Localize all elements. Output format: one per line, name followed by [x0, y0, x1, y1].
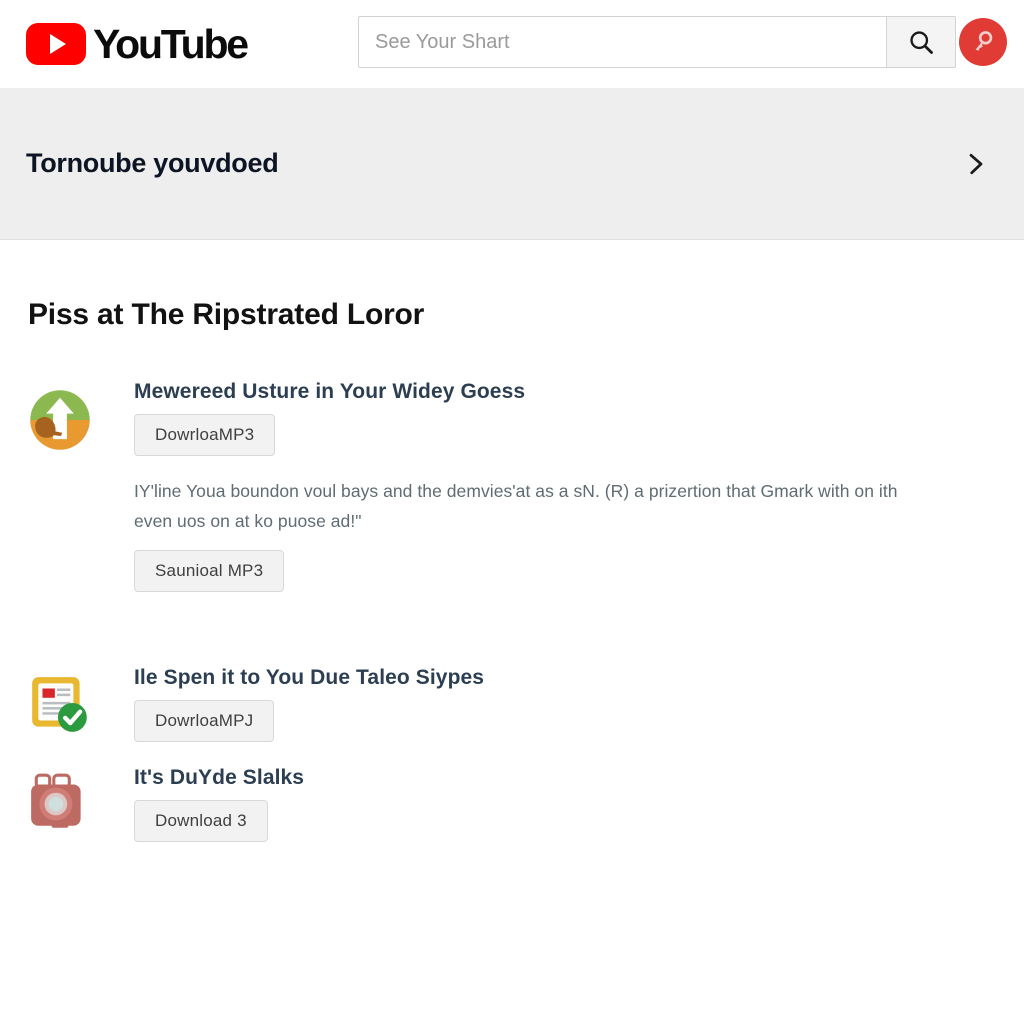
- item-icon-wrap: [22, 764, 98, 834]
- download-button[interactable]: DowrloaMPJ: [134, 700, 275, 743]
- document-check-icon: [32, 677, 87, 732]
- item-title: It's DuYde Slalks: [134, 766, 305, 790]
- search-button[interactable]: [886, 16, 956, 68]
- camera-icon: [31, 773, 81, 828]
- item-description: IY'line Youa boundon voul bays and the d…: [134, 481, 898, 532]
- item-body: Mewereed Usture in Your Widey Goess Dowr…: [98, 378, 1024, 593]
- search-bar: [358, 16, 956, 68]
- youtube-logo-text: YouTube: [93, 20, 249, 67]
- chevron-right-icon: [969, 153, 983, 174]
- app-header: YouTube: [0, 0, 1024, 88]
- search-icon: [910, 31, 933, 54]
- page-title: Piss at The Ripstrated Loror: [28, 298, 425, 331]
- item-icon-wrap: [22, 664, 98, 738]
- item-title: Ile Spen it to You Due Taleo Siypes: [134, 666, 485, 690]
- list-item: Mewereed Usture in Your Widey Goess Dowr…: [0, 378, 1024, 593]
- download-button[interactable]: DowrloaMP3: [134, 414, 276, 456]
- main-content: Piss at The Ripstrated Loror Mewereed Us…: [0, 241, 1024, 1024]
- account-avatar-icon: [975, 31, 993, 51]
- item-body: It's DuYde Slalks Download 3: [98, 764, 1024, 843]
- download-list: Mewereed Usture in Your Widey Goess Dowr…: [0, 378, 1024, 843]
- download-button[interactable]: Download 3: [134, 800, 268, 843]
- youtube-play-icon: [26, 23, 86, 65]
- list-item: Ile Spen it to You Due Taleo Siypes Dowr…: [0, 664, 1024, 743]
- banner-title: Tornoube youvdoed: [26, 148, 279, 178]
- notice-banner: Tornoube youvdoed: [0, 88, 1024, 240]
- youtube-logo[interactable]: YouTube: [26, 20, 249, 68]
- secondary-download-button[interactable]: Saunioal MP3: [134, 550, 285, 593]
- upload-arrow-icon: [30, 390, 90, 450]
- search-input[interactable]: [358, 16, 886, 68]
- avatar[interactable]: [959, 18, 1007, 66]
- item-body: Ile Spen it to You Due Taleo Siypes Dowr…: [98, 664, 1024, 743]
- list-item: It's DuYde Slalks Download 3: [0, 764, 1024, 843]
- banner-close-button[interactable]: [954, 142, 998, 186]
- item-icon-wrap: [22, 378, 98, 454]
- item-title: Mewereed Usture in Your Widey Goess: [134, 380, 526, 403]
